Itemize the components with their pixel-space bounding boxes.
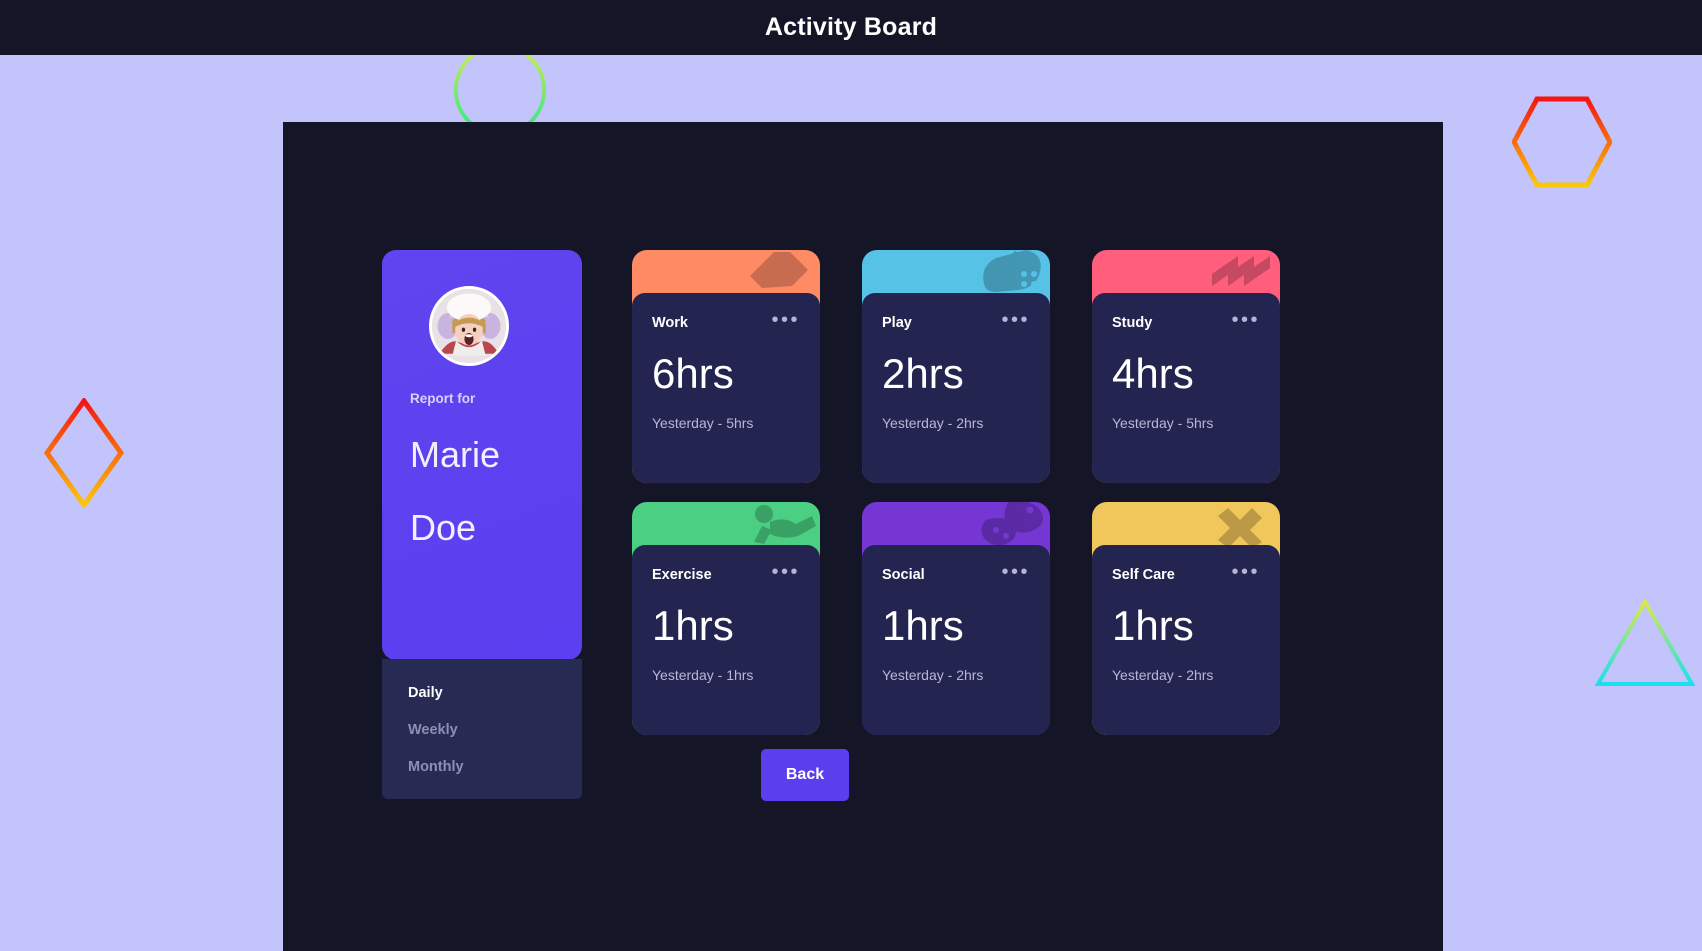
activity-card-header: Work •••	[652, 310, 800, 333]
activity-hours: 1hrs	[1112, 602, 1194, 649]
briefcase-icon	[744, 250, 818, 296]
chat-icon	[974, 502, 1048, 548]
activity-menu-button[interactable]: •••	[1231, 310, 1260, 330]
range-selector: Daily Weekly Monthly	[382, 659, 582, 799]
activity-menu-button[interactable]: •••	[771, 562, 800, 582]
activity-hours: 6hrs	[652, 350, 734, 397]
activity-card-header: Social •••	[882, 562, 1030, 585]
profile-card-top: Report for Marie Doe	[382, 250, 582, 660]
activity-card-body: Exercise ••• 1hrs Yesterday - 1hrs	[632, 545, 820, 735]
activity-previous: Yesterday - 2hrs	[882, 415, 984, 431]
activity-card-exercise[interactable]: Exercise ••• 1hrs Yesterday - 1hrs	[632, 502, 820, 735]
dumbbell-icon	[744, 502, 818, 548]
activity-title: Study	[1112, 315, 1153, 331]
activity-card-work[interactable]: Work ••• 6hrs Yesterday - 5hrs	[632, 250, 820, 483]
triangle-outline-icon	[1594, 597, 1696, 688]
activity-card-self-care[interactable]: Self Care ••• 1hrs Yesterday - 2hrs	[1092, 502, 1280, 735]
activity-menu-button[interactable]: •••	[771, 310, 800, 330]
activity-cards-grid: Work ••• 6hrs Yesterday - 5hrs Play ••• …	[632, 250, 1280, 735]
activity-card-body: Self Care ••• 1hrs Yesterday - 2hrs	[1092, 545, 1280, 735]
activity-hours: 1hrs	[652, 602, 734, 649]
activity-card-header: Self Care •••	[1112, 562, 1260, 585]
activity-card-play[interactable]: Play ••• 2hrs Yesterday - 2hrs	[862, 250, 1050, 483]
avatar	[429, 286, 509, 366]
app-header: Activity Board	[0, 0, 1702, 55]
diamond-outline-icon	[43, 396, 125, 510]
activity-card-header: Study •••	[1112, 310, 1260, 333]
profile-first-name: Marie	[410, 434, 501, 475]
activity-board-panel: Report for Marie Doe Daily Weekly Monthl…	[283, 122, 1443, 951]
back-button[interactable]: Back	[761, 749, 849, 801]
board-layout: Report for Marie Doe Daily Weekly Monthl…	[382, 250, 1280, 799]
activity-previous: Yesterday - 1hrs	[652, 667, 754, 683]
book-icon	[1204, 250, 1278, 296]
hexagon-outline-icon	[1511, 96, 1613, 188]
profile-card: Report for Marie Doe Daily Weekly Monthl…	[382, 250, 582, 799]
activity-card-body: Work ••• 6hrs Yesterday - 5hrs	[632, 293, 820, 483]
activity-card-header: Exercise •••	[652, 562, 800, 585]
activity-title: Social	[882, 567, 925, 583]
activity-previous: Yesterday - 5hrs	[1112, 415, 1214, 431]
range-option-weekly[interactable]: Weekly	[408, 722, 556, 738]
gamepad-icon	[974, 250, 1048, 296]
range-option-monthly[interactable]: Monthly	[408, 759, 556, 775]
activity-card-social[interactable]: Social ••• 1hrs Yesterday - 2hrs	[862, 502, 1050, 735]
activity-card-header: Play •••	[882, 310, 1030, 333]
profile-last-name: Doe	[410, 506, 477, 548]
activity-title: Work	[652, 315, 688, 331]
activity-previous: Yesterday - 2hrs	[882, 667, 984, 683]
activity-title: Self Care	[1112, 567, 1175, 583]
range-option-daily[interactable]: Daily	[408, 685, 556, 701]
activity-hours: 2hrs	[882, 350, 964, 397]
activity-hours: 1hrs	[882, 602, 964, 649]
page-title: Activity Board	[764, 13, 938, 41]
activity-previous: Yesterday - 2hrs	[1112, 667, 1214, 683]
activity-menu-button[interactable]: •••	[1231, 562, 1260, 582]
activity-card-body: Study ••• 4hrs Yesterday - 5hrs	[1092, 293, 1280, 483]
activity-title: Play	[882, 315, 912, 331]
activity-card-body: Play ••• 2hrs Yesterday - 2hrs	[862, 293, 1050, 483]
activity-card-study[interactable]: Study ••• 4hrs Yesterday - 5hrs	[1092, 250, 1280, 483]
star-icon	[1204, 502, 1278, 548]
activity-card-body: Social ••• 1hrs Yesterday - 2hrs	[862, 545, 1050, 735]
report-for-label: Report for	[410, 391, 476, 406]
activity-previous: Yesterday - 5hrs	[652, 415, 754, 431]
activity-hours: 4hrs	[1112, 350, 1194, 397]
activity-title: Exercise	[652, 567, 712, 583]
activity-menu-button[interactable]: •••	[1001, 310, 1030, 330]
activity-menu-button[interactable]: •••	[1001, 562, 1030, 582]
